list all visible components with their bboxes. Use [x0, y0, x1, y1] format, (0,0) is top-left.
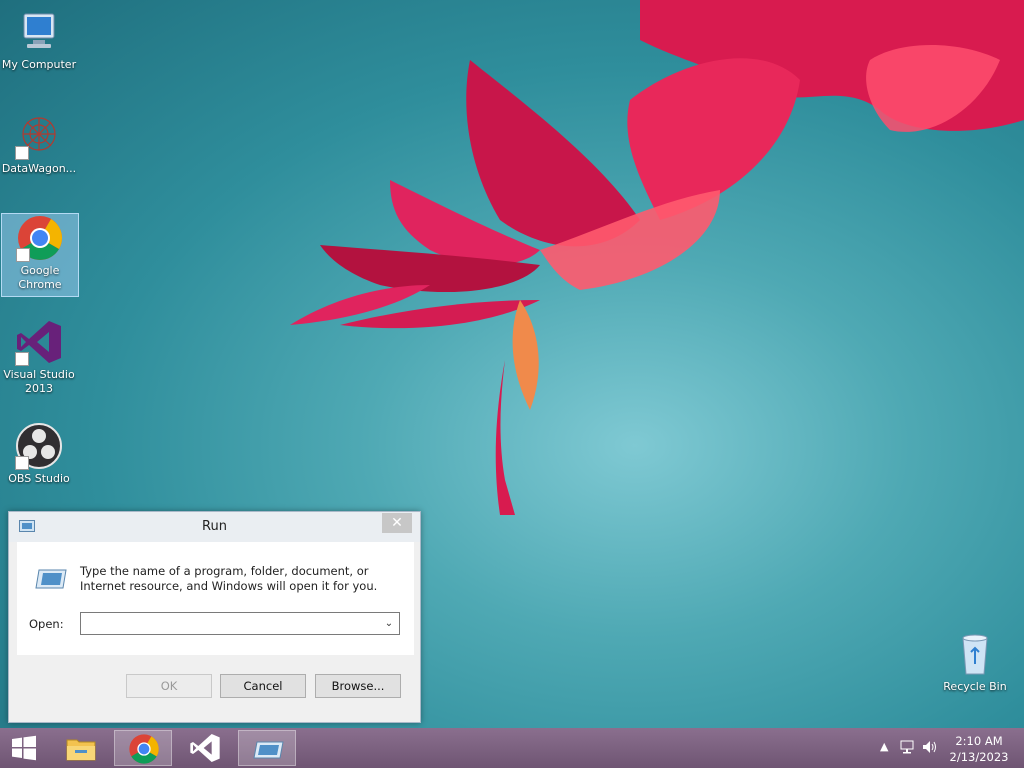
desktop-icon-label: Visual Studio 2013	[3, 368, 75, 395]
close-icon: ✕	[391, 515, 403, 531]
clock-time: 2:10 AM	[955, 734, 1003, 748]
browse-button[interactable]: Browse...	[315, 674, 401, 698]
desktop-icon-recycle-bin[interactable]: Recycle Bin	[936, 630, 1014, 694]
taskbar: ▲ 2:10 AM 2/13/2023	[0, 728, 1024, 768]
desktop-icon-obs-studio[interactable]: OBS Studio	[0, 422, 78, 486]
shortcut-arrow-icon	[15, 146, 29, 160]
flower-graphic	[290, 0, 1024, 515]
desktop-icon-label: DataWagon...	[1, 162, 77, 175]
shortcut-arrow-icon	[15, 456, 29, 470]
system-tray: ▲ 2:10 AM 2/13/2023	[864, 728, 1024, 768]
run-dialog: Run ✕ Type the name of a program, folder…	[8, 511, 421, 723]
clock-date: 2/13/2023	[949, 750, 1009, 764]
open-input[interactable]	[81, 613, 371, 634]
taskbar-file-explorer[interactable]	[52, 730, 110, 766]
close-button[interactable]: ✕	[382, 513, 412, 533]
desktop-icon-label: Recycle Bin	[943, 680, 1007, 693]
folder-icon	[66, 739, 96, 761]
shortcut-arrow-icon	[15, 352, 29, 366]
taskbar-visual-studio[interactable]	[176, 730, 234, 766]
run-icon	[35, 568, 67, 593]
visual-studio-icon	[15, 318, 63, 366]
network-icon[interactable]	[900, 740, 914, 757]
taskbar-chrome[interactable]	[114, 730, 172, 766]
run-dialog-titlebar[interactable]: Run ✕	[9, 512, 420, 542]
desktop-icon-visual-studio[interactable]: Visual Studio 2013	[0, 318, 78, 396]
run-dialog-body: Type the name of a program, folder, docu…	[17, 542, 414, 655]
desktop-icon-my-computer[interactable]: My Computer	[0, 8, 78, 72]
desktop-icon-datawagon[interactable]: DataWagon...	[0, 112, 78, 176]
run-dialog-description: Type the name of a program, folder, docu…	[80, 564, 378, 593]
taskbar-run[interactable]	[238, 730, 296, 766]
desktop-icon-google-chrome[interactable]: Google Chrome	[1, 213, 79, 297]
obs-icon	[15, 422, 63, 470]
chrome-icon	[16, 214, 64, 262]
run-icon	[253, 741, 284, 759]
run-dialog-title: Run	[202, 519, 227, 534]
desktop-icon-label: My Computer	[1, 58, 77, 71]
ok-button[interactable]: OK	[126, 674, 212, 698]
desktop-icon-label: Google Chrome	[18, 264, 62, 291]
visual-studio-icon	[190, 734, 220, 762]
chrome-icon	[129, 734, 159, 764]
computer-icon	[15, 8, 63, 56]
clock[interactable]: 2:10 AM 2/13/2023	[944, 733, 1014, 765]
show-hidden-icons-icon[interactable]: ▲	[880, 740, 888, 753]
cancel-button[interactable]: Cancel	[220, 674, 306, 698]
desktop-icon-label: OBS Studio	[8, 472, 70, 485]
shortcut-arrow-icon	[16, 248, 30, 262]
open-combobox[interactable]: ⌄	[80, 612, 400, 635]
open-label: Open:	[29, 617, 64, 631]
datawagon-icon	[15, 112, 63, 160]
volume-icon[interactable]	[922, 740, 938, 757]
windows-logo-icon	[12, 735, 36, 761]
chevron-down-icon[interactable]: ⌄	[381, 615, 397, 632]
start-button[interactable]	[0, 728, 48, 768]
recycle-bin-icon	[951, 630, 999, 678]
